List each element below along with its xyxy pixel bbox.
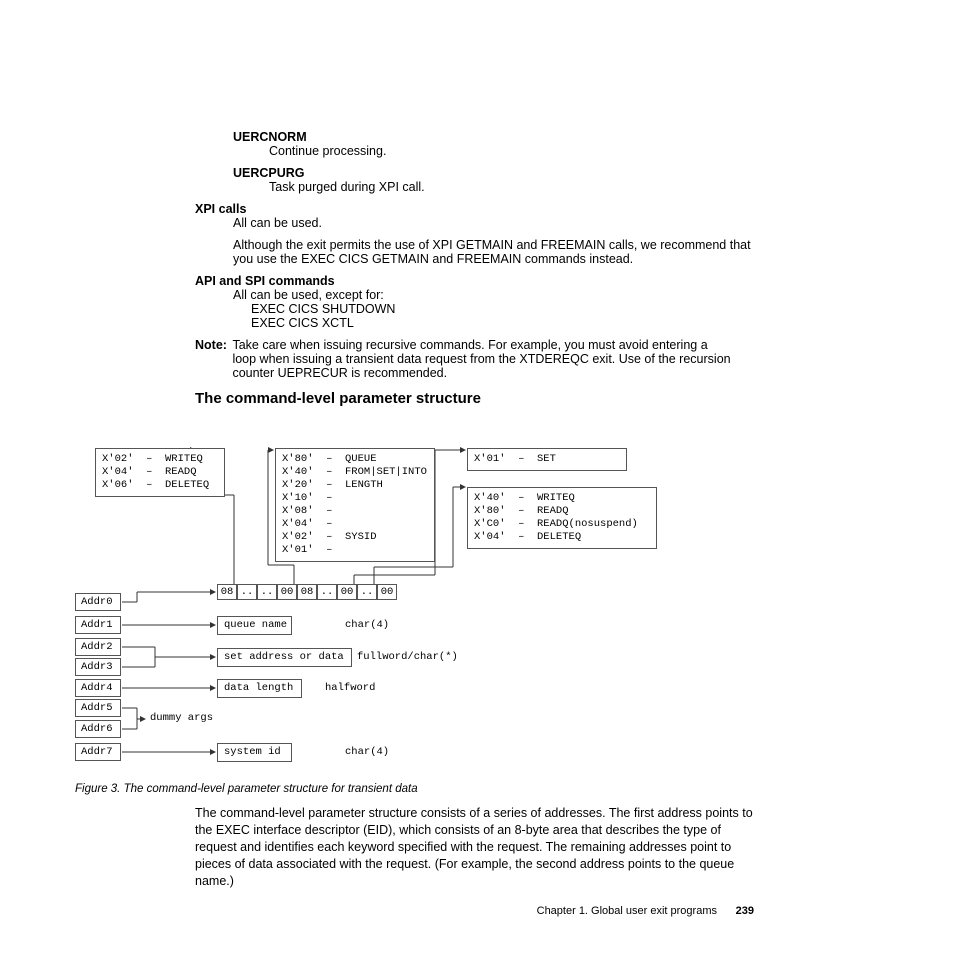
param-system-id-type: char(4) (345, 746, 389, 758)
figure-caption: Figure 3. The command-level parameter st… (75, 783, 418, 795)
addr-2: Addr2 (75, 638, 121, 656)
addr-0: Addr0 (75, 593, 121, 611)
param-data-length-type: halfword (325, 682, 375, 694)
addr-1: Addr1 (75, 616, 121, 634)
param-set-address: set address or data (217, 648, 352, 667)
parameter-structure-diagram: X'02' – WRITEQ X'04' – READQ X'06' – DEL… (75, 445, 795, 765)
footer-page-number: 239 (736, 905, 754, 917)
eid-byte8-box: X'40' – WRITEQ X'80' – READQ X'C0' – REA… (467, 487, 657, 549)
addr-5: Addr5 (75, 699, 121, 717)
eid-byte0-box: X'02' – WRITEQ X'04' – READQ X'06' – DEL… (95, 448, 225, 497)
xpi-calls-body2: Although the exit permits the use of XPI… (233, 238, 755, 266)
addr-7: Addr7 (75, 743, 121, 761)
hbyte-7: .. (357, 584, 377, 600)
section-title: The command-level parameter structure (195, 390, 755, 407)
eid-byte3-box: X'80' – QUEUE X'40' – FROM|SET|INTO X'20… (275, 448, 435, 562)
param-system-id: system id (217, 743, 292, 762)
api-spi-label: API and SPI commands (195, 274, 755, 288)
api-cmd-1: EXEC CICS SHUTDOWN (251, 302, 755, 316)
note-body: Take care when issuing recursive command… (232, 338, 732, 380)
hbyte-1: .. (237, 584, 257, 600)
def-uercpurg: Task purged during XPI call. (269, 180, 755, 194)
def-uercnorm: Continue processing. (269, 144, 755, 158)
hbyte-4: 08 (297, 584, 317, 600)
hbyte-0: 08 (217, 584, 237, 600)
param-queue-name-type: char(4) (345, 619, 389, 631)
addr-3: Addr3 (75, 658, 121, 676)
note-block: Note: Take care when issuing recursive c… (195, 338, 755, 380)
hbyte-5: .. (317, 584, 337, 600)
note-label: Note: (195, 338, 227, 352)
addr-6: Addr6 (75, 720, 121, 738)
addr-4: Addr4 (75, 679, 121, 697)
param-dummy-args: dummy args (150, 712, 213, 724)
footer-chapter: Chapter 1. Global user exit programs (537, 905, 717, 917)
hbyte-6: 00 (337, 584, 357, 600)
eid-byte6-box: X'01' – SET (467, 448, 627, 471)
term-uercnorm: UERCNORM (233, 130, 755, 144)
param-data-length: data length (217, 679, 302, 698)
hbyte-2: .. (257, 584, 277, 600)
hbyte-3: 00 (277, 584, 297, 600)
api-cmd-2: EXEC CICS XCTL (251, 316, 755, 330)
param-queue-name: queue name (217, 616, 292, 635)
xpi-calls-label: XPI calls (195, 202, 755, 216)
xpi-calls-body: All can be used. (233, 216, 755, 230)
api-spi-body: All can be used, except for: (233, 288, 755, 302)
body-paragraph: The command-level parameter structure co… (195, 805, 755, 889)
term-uercpurg: UERCPURG (233, 166, 755, 180)
hbyte-8: 00 (377, 584, 397, 600)
param-set-address-type: fullword/char(*) (357, 651, 458, 663)
